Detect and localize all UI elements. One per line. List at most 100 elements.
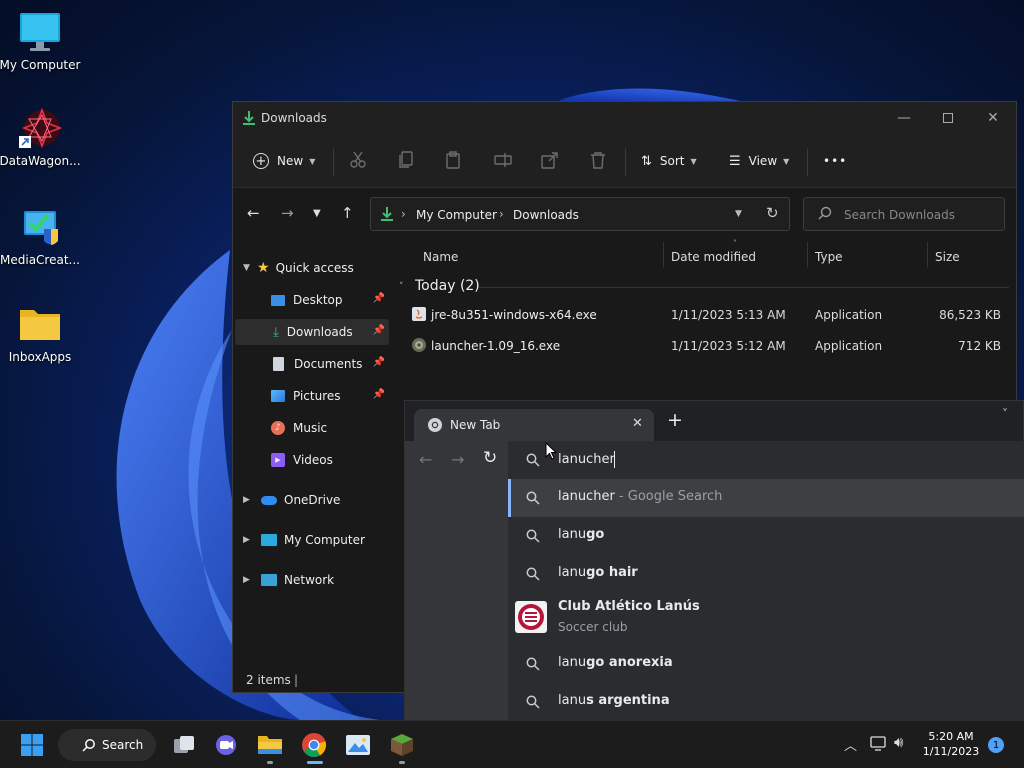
column-header-type[interactable]: Type <box>815 250 843 264</box>
search-icon <box>526 491 540 505</box>
back-arrow-icon[interactable]: ← <box>419 450 432 469</box>
taskbar-search-box[interactable]: Search <box>58 729 156 761</box>
network-status-icon[interactable] <box>870 735 888 754</box>
cut-icon[interactable] <box>349 151 367 169</box>
desktop-folder-icon <box>271 294 285 306</box>
address-bar[interactable]: › My Computer › Downloads ▼ ↻ <box>370 197 790 231</box>
image-viewer-taskbar-button[interactable] <box>344 731 372 759</box>
sidebar-item-quick-access[interactable]: ★ Quick access <box>257 255 387 281</box>
desktop-icon-media-creation[interactable]: MediaCreat... <box>0 205 80 267</box>
file-type: Application <box>815 308 883 322</box>
column-divider[interactable] <box>927 242 928 268</box>
chevron-right-icon[interactable]: ▶ <box>243 575 250 585</box>
minimize-button[interactable]: — <box>893 108 915 128</box>
pin-icon[interactable]: 📌 <box>373 389 385 400</box>
chrome-taskbar-button[interactable] <box>300 731 328 759</box>
column-header-size[interactable]: Size <box>935 250 960 264</box>
breadcrumb-my-computer[interactable]: My Computer <box>416 208 497 222</box>
suggestion-item[interactable]: lanus argentina <box>508 683 1024 721</box>
breadcrumb-downloads[interactable]: Downloads <box>513 208 579 222</box>
chevron-down-icon: ▼ <box>309 156 316 166</box>
suggestion-item[interactable]: lanugo anorexia <box>508 645 1024 683</box>
explorer-titlebar[interactable]: Downloads — ✕ <box>233 102 1016 134</box>
star-icon: ★ <box>257 260 270 276</box>
omnibox-input[interactable]: lanucher <box>508 441 1024 479</box>
pin-icon[interactable]: 📌 <box>373 293 385 304</box>
grass-block-icon <box>391 734 413 756</box>
chevron-down-icon[interactable]: ▼ <box>243 263 250 273</box>
maximize-button[interactable] <box>937 108 959 128</box>
new-tab-plus-icon[interactable]: + <box>667 411 683 430</box>
start-button[interactable] <box>18 731 46 759</box>
sidebar-item-my-computer[interactable]: My Computer <box>257 527 387 553</box>
chevron-right-icon[interactable]: ▶ <box>243 495 250 505</box>
sidebar-item-videos[interactable]: ▶ Videos <box>235 447 389 473</box>
share-icon[interactable] <box>541 151 559 169</box>
plus-circle-icon: + <box>253 153 269 169</box>
back-arrow-icon[interactable]: ← <box>247 204 260 222</box>
chevron-right-icon[interactable]: ▶ <box>243 535 250 545</box>
up-arrow-icon[interactable]: ↑ <box>341 204 354 222</box>
forward-arrow-icon[interactable]: → <box>451 450 464 469</box>
desktop-icon-datawagon[interactable]: DataWagon... <box>0 106 81 168</box>
teams-chat-button[interactable] <box>212 731 240 759</box>
notification-badge[interactable]: 1 <box>988 737 1004 753</box>
sort-button[interactable]: ⇅ Sort ▼ <box>641 148 697 174</box>
new-button[interactable]: + New ▼ <box>253 148 315 174</box>
column-header-name[interactable]: Name <box>423 250 458 264</box>
suggestion-text: lanugo hair <box>558 565 638 580</box>
chat-icon <box>216 735 236 755</box>
suggestion-entity-item[interactable]: Club Atlético Lanús Soccer club <box>508 593 1024 645</box>
suggestion-rest: s argentina <box>586 693 670 708</box>
sidebar-item-pictures[interactable]: Pictures 📌 <box>235 383 389 409</box>
pin-icon[interactable]: 📌 <box>373 357 385 368</box>
clock[interactable]: 5:20 AM 1/11/2023 <box>918 729 984 759</box>
volume-icon[interactable]: 🔊︎ <box>894 733 903 751</box>
forward-arrow-icon[interactable]: → <box>281 204 294 222</box>
delete-icon[interactable] <box>589 151 607 169</box>
reload-icon[interactable]: ↻ <box>483 448 497 468</box>
search-icon <box>526 453 540 470</box>
more-options-button[interactable]: ••• <box>823 148 847 174</box>
maximize-icon <box>943 113 953 123</box>
desktop-icon-label: DataWagon... <box>0 154 81 168</box>
task-view-button[interactable] <box>170 731 198 759</box>
suggestion-item[interactable]: lanucher - Google Search <box>508 479 1024 517</box>
desktop-icon-my-computer[interactable]: My Computer <box>0 10 80 72</box>
tab-search-chevron-icon[interactable]: ˅ <box>1002 407 1008 421</box>
copy-icon[interactable] <box>397 151 415 169</box>
sidebar-item-network[interactable]: Network <box>257 567 387 593</box>
paste-icon[interactable] <box>444 151 462 169</box>
minecraft-launcher-taskbar-button[interactable] <box>388 731 416 759</box>
close-button[interactable]: ✕ <box>982 108 1004 128</box>
file-row[interactable]: jre-8u351-windows-x64.exe 1/11/2023 5:13… <box>391 301 1011 329</box>
suggestion-item[interactable]: lanugo <box>508 517 1024 555</box>
column-header-date-modified[interactable]: Date modified <box>671 250 756 264</box>
close-tab-icon[interactable]: ✕ <box>632 416 643 431</box>
sidebar-item-desktop[interactable]: Desktop 📌 <box>235 287 389 313</box>
suggestion-text: lanugo <box>558 527 604 542</box>
suggestion-item[interactable]: lanugo hair <box>508 555 1024 593</box>
search-downloads-box[interactable]: Search Downloads <box>803 197 1005 231</box>
recent-locations-chevron-icon[interactable]: ▼ <box>313 208 321 219</box>
show-hidden-icons-chevron-icon[interactable]: ︿ <box>844 735 857 754</box>
address-dropdown-icon[interactable]: ▼ <box>735 209 742 219</box>
refresh-icon[interactable]: ↻ <box>766 204 779 222</box>
rename-icon[interactable] <box>494 151 512 169</box>
view-button[interactable]: ☰ View ▼ <box>729 148 789 174</box>
breadcrumb-separator-icon: › <box>499 207 504 221</box>
column-divider[interactable] <box>663 242 664 268</box>
chevron-down-icon[interactable]: ˅ <box>399 282 404 292</box>
desktop-icon-inboxapps[interactable]: InboxApps <box>0 302 80 364</box>
column-divider[interactable] <box>807 242 808 268</box>
tab-strip[interactable]: New Tab ✕ + ˅ <box>405 401 1023 441</box>
sidebar-item-music[interactable]: ♪ Music <box>235 415 389 441</box>
file-row[interactable]: launcher-1.09_16.exe 1/11/2023 5:12 AM A… <box>391 332 1011 360</box>
group-header-today[interactable]: Today (2) <box>415 278 480 294</box>
file-explorer-taskbar-button[interactable] <box>256 731 284 759</box>
sidebar-item-documents[interactable]: Documents 📌 <box>235 351 389 377</box>
tab-new-tab[interactable]: New Tab ✕ <box>414 409 654 441</box>
pin-icon[interactable]: 📌 <box>373 325 385 336</box>
sidebar-item-onedrive[interactable]: OneDrive <box>257 487 387 513</box>
sidebar-item-downloads[interactable]: ⤓ Downloads 📌 <box>235 319 389 345</box>
